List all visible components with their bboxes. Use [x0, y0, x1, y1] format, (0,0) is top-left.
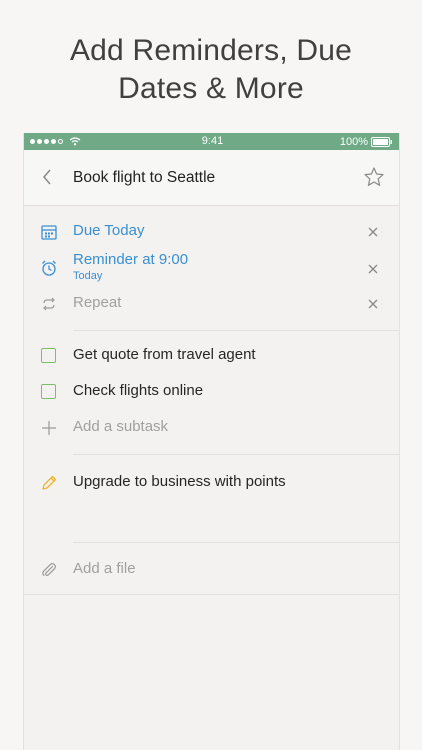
paperclip-icon [42, 563, 56, 576]
add-subtask-input[interactable]: Add a subtask [73, 418, 168, 435]
task-title[interactable]: Book flight to Seattle [73, 169, 215, 187]
close-icon[interactable] [367, 263, 379, 275]
star-icon[interactable] [363, 166, 385, 188]
pencil-icon [42, 475, 57, 490]
due-date-label[interactable]: Due Today [73, 222, 144, 239]
subtask-label[interactable]: Get quote from travel agent [73, 346, 256, 363]
repeat-row[interactable]: Repeat [24, 286, 399, 322]
add-file-label[interactable]: Add a file [73, 560, 136, 577]
add-subtask-row[interactable]: Add a subtask [24, 410, 399, 446]
subtask-checkbox[interactable] [41, 348, 56, 363]
task-header: Book flight to Seattle [24, 150, 399, 206]
close-icon[interactable] [367, 226, 379, 238]
alarm-clock-icon [42, 260, 56, 276]
subtask-label[interactable]: Check flights online [73, 382, 203, 399]
subtask-checkbox[interactable] [41, 384, 56, 399]
chevron-left-icon[interactable] [38, 166, 56, 188]
divider [73, 454, 399, 455]
reminder-label[interactable]: Reminder at 9:00 [73, 251, 188, 268]
note-area[interactable]: Upgrade to business with points [24, 462, 399, 542]
reminder-row[interactable]: Reminder at 9:00 Today [24, 250, 399, 288]
note-text[interactable]: Upgrade to business with points [73, 473, 286, 490]
status-bar: 9:41 100% [24, 133, 399, 150]
headline: Add Reminders, Due Dates & More [0, 32, 422, 108]
subtask-item[interactable]: Check flights online [24, 374, 399, 410]
reminder-sub-label: Today [73, 270, 103, 282]
repeat-icon [43, 297, 55, 311]
phone-screen: 9:41 100% Book flight to Seattle Due Tod… [23, 133, 400, 750]
task-detail-body: Due Today Reminder at 9:00 Today Repeat [24, 206, 399, 681]
close-icon[interactable] [367, 298, 379, 310]
calendar-icon [41, 225, 57, 240]
due-date-row[interactable]: Due Today [24, 214, 399, 250]
divider [73, 542, 399, 543]
divider [24, 594, 399, 595]
headline-line-1: Add Reminders, Due [69, 34, 353, 67]
status-time: 9:41 [201, 135, 224, 147]
headline-line-2: Dates & More [118, 72, 304, 105]
plus-icon [42, 421, 56, 435]
add-file-row[interactable]: Add a file [24, 552, 399, 588]
repeat-label[interactable]: Repeat [73, 294, 121, 311]
divider [73, 330, 399, 331]
subtask-item[interactable]: Get quote from travel agent [24, 338, 399, 374]
